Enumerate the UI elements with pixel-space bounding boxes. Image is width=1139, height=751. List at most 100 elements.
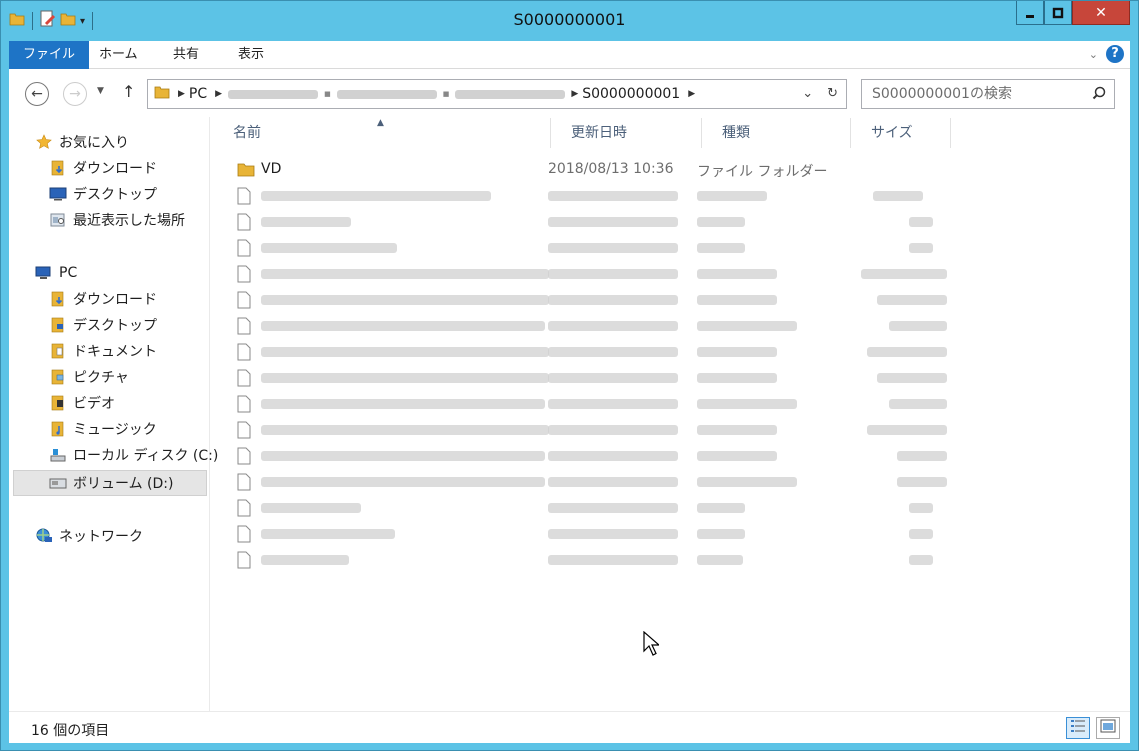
redacted-text — [697, 269, 777, 279]
table-row[interactable] — [233, 521, 953, 547]
tab-file[interactable]: ファイル — [9, 41, 90, 69]
nav-network[interactable]: ネットワーク — [35, 523, 233, 549]
redacted-text — [548, 529, 678, 539]
table-row[interactable] — [233, 235, 953, 261]
table-row[interactable] — [233, 261, 953, 287]
expand-ribbon-icon[interactable]: ⌄ — [1089, 48, 1098, 61]
address-dropdown-icon[interactable]: ⌄ — [802, 86, 813, 101]
file-icon — [237, 395, 251, 417]
window-controls: ✕ — [1016, 1, 1130, 25]
ribbon-right: ⌄ ? — [1089, 45, 1124, 63]
redacted-text — [261, 243, 397, 253]
window-title: S0000000001 — [513, 10, 626, 29]
close-icon: ✕ — [1095, 4, 1107, 21]
redacted-text — [548, 191, 678, 201]
redacted-text — [548, 451, 678, 461]
nav-item-label: ドキュメント — [73, 344, 157, 360]
column-header-date[interactable]: 更新日時 — [551, 118, 702, 148]
nav-item-label: デスクトップ — [73, 318, 157, 334]
redacted-text — [261, 217, 351, 227]
address-bar[interactable]: ▶ PC ▶ ■ ■ ▶ S0000000001 ▶ ⌄ ↻ — [147, 79, 847, 109]
address-bar-controls: ⌄ ↻ — [802, 86, 838, 101]
breadcrumb-current[interactable]: S0000000001 — [582, 86, 680, 102]
tab-home[interactable]: ホーム — [89, 41, 148, 69]
search-icon[interactable] — [1092, 80, 1106, 118]
column-header-label: 名前 — [233, 125, 261, 141]
desktop-icon — [49, 186, 67, 202]
breadcrumb-redacted[interactable] — [228, 89, 319, 99]
table-row[interactable] — [233, 287, 953, 313]
redacted-text — [867, 425, 947, 435]
maximize-button[interactable] — [1044, 1, 1072, 25]
table-row[interactable] — [233, 469, 953, 495]
refresh-icon[interactable]: ↻ — [827, 86, 838, 101]
table-row[interactable] — [233, 365, 953, 391]
nav-item-label: ボリューム (D:) — [73, 476, 174, 492]
table-row[interactable] — [233, 443, 953, 469]
breadcrumb-redacted[interactable] — [336, 89, 437, 99]
nav-item-label: デスクトップ — [73, 187, 157, 203]
breadcrumb-separator-icon[interactable]: ▶ — [571, 89, 578, 99]
redacted-text — [548, 321, 678, 331]
breadcrumb-pc[interactable]: PC — [189, 86, 207, 102]
table-row[interactable] — [233, 339, 953, 365]
recent-locations-icon[interactable]: ▼ — [97, 86, 104, 96]
breadcrumb-separator-icon[interactable]: ▶ — [688, 89, 695, 99]
help-icon[interactable]: ? — [1106, 45, 1124, 63]
search-placeholder: S0000000001の検索 — [872, 86, 1012, 102]
table-row[interactable] — [233, 417, 953, 443]
column-header-name[interactable]: ▲ 名前 — [213, 118, 551, 148]
redacted-text — [261, 529, 395, 539]
breadcrumb-separator-icon[interactable]: ▶ — [178, 89, 185, 99]
file-icon — [237, 291, 251, 313]
table-row[interactable] — [233, 183, 953, 209]
redacted-text — [261, 399, 545, 409]
redacted-text — [261, 555, 349, 565]
table-row[interactable] — [233, 495, 953, 521]
large-icons-view-button[interactable] — [1096, 717, 1120, 739]
tab-share[interactable]: 共有 — [163, 41, 209, 69]
redacted-text — [697, 425, 777, 435]
file-icon — [237, 473, 251, 495]
redacted-text — [261, 321, 545, 331]
tab-view[interactable]: 表示 — [228, 41, 274, 69]
redacted-text — [697, 321, 797, 331]
table-row[interactable]: VD 2018/08/13 10:36 ファイル フォルダー — [233, 157, 953, 183]
close-button[interactable]: ✕ — [1072, 1, 1130, 25]
music-folder-icon — [49, 421, 67, 437]
table-row[interactable] — [233, 391, 953, 417]
redacted-text — [697, 399, 797, 409]
back-arrow-icon: ← — [31, 86, 43, 102]
file-icon — [237, 265, 251, 287]
folder-icon — [237, 161, 255, 181]
nav-favorites-label: お気に入り — [59, 135, 129, 151]
table-row[interactable] — [233, 547, 953, 573]
column-header-label: サイズ — [871, 125, 913, 141]
nav-item-label: ビデオ — [73, 396, 115, 412]
breadcrumb-separator-icon[interactable]: ▶ — [215, 89, 222, 99]
column-header-size[interactable]: サイズ — [851, 118, 951, 148]
redacted-text — [548, 477, 678, 487]
redacted-text — [261, 347, 549, 357]
status-bar: 16 個の項目 — [9, 711, 1130, 743]
table-row[interactable] — [233, 209, 953, 235]
forward-button[interactable]: → — [63, 82, 87, 106]
redacted-text — [548, 217, 678, 227]
minimize-button[interactable] — [1016, 1, 1044, 25]
nav-pc-volume-d[interactable]: ボリューム (D:) — [13, 470, 207, 496]
column-header-type[interactable]: 種類 — [702, 118, 851, 148]
breadcrumb-redacted[interactable] — [455, 89, 566, 99]
up-arrow-icon[interactable]: ↑ — [122, 82, 135, 101]
table-row[interactable] — [233, 313, 953, 339]
nav-pc[interactable]: PC — [35, 260, 233, 286]
nav-favorites[interactable]: お気に入り — [35, 129, 233, 155]
redacted-text — [697, 295, 777, 305]
file-name: VD — [261, 161, 282, 177]
sort-ascending-icon: ▲ — [377, 118, 384, 128]
file-icon — [237, 187, 251, 209]
file-icon — [237, 213, 251, 235]
details-view-button[interactable] — [1066, 717, 1090, 739]
search-input[interactable]: S0000000001の検索 — [861, 79, 1115, 109]
back-button[interactable]: ← — [25, 82, 49, 106]
file-date: 2018/08/13 10:36 — [548, 161, 674, 177]
